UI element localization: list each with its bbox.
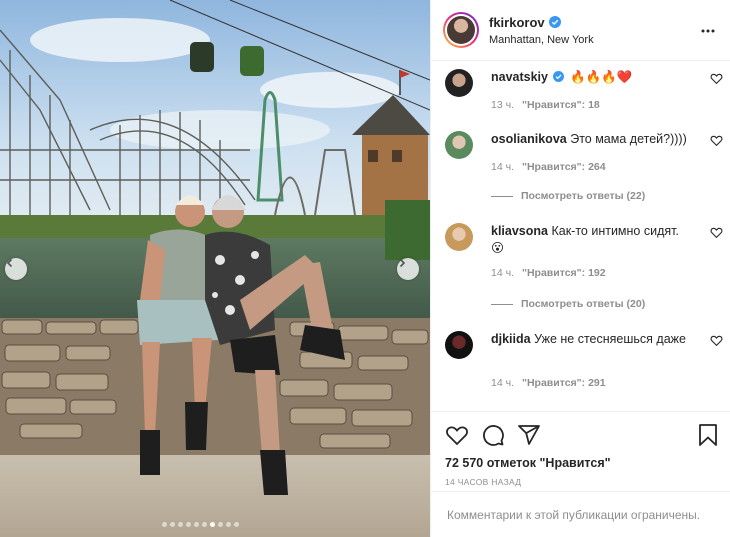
- commenter-username[interactable]: djkiida: [491, 332, 531, 346]
- commenter-avatar[interactable]: [445, 331, 473, 359]
- comment-time[interactable]: 14 ч.: [491, 267, 514, 279]
- post-actions-bar: 72 570 отметок "Нравится" 14 ЧАСОВ НАЗАД: [431, 411, 730, 491]
- like-comment-heart-icon[interactable]: [710, 226, 723, 239]
- post-timestamp[interactable]: 14 ЧАСОВ НАЗАД: [445, 477, 521, 487]
- commenter-username[interactable]: kliavsona: [491, 224, 548, 238]
- like-comment-heart-icon[interactable]: [710, 134, 723, 147]
- more-options-icon[interactable]: [700, 23, 716, 39]
- share-paper-plane-icon[interactable]: [517, 423, 541, 447]
- carousel-dot: [210, 522, 215, 527]
- carousel-indicator: [162, 522, 239, 527]
- carousel-dot: [218, 522, 223, 527]
- instagram-post-window: fkirkorov Manhattan, New York navatskiy …: [0, 0, 730, 537]
- carousel-dot: [234, 522, 239, 527]
- save-bookmark-icon[interactable]: [697, 423, 719, 447]
- comment-meta: 14 ч. "Нравится": 192: [491, 267, 606, 279]
- chevron-left-icon: [6, 258, 13, 268]
- carousel-dot: [194, 522, 199, 527]
- previous-slide-button[interactable]: [5, 258, 27, 280]
- comment-bubble-icon[interactable]: [481, 423, 505, 447]
- comment-likes[interactable]: "Нравится": 264: [522, 161, 606, 173]
- likes-count[interactable]: 72 570 отметок "Нравится": [445, 456, 611, 470]
- comment-meta: 14 ч. "Нравится": 264: [491, 161, 606, 173]
- post-header: fkirkorov Manhattan, New York: [431, 0, 730, 61]
- like-comment-heart-icon[interactable]: [710, 72, 723, 85]
- comment-time[interactable]: 14 ч.: [491, 377, 514, 389]
- commenter-username[interactable]: navatskiy: [491, 70, 548, 84]
- comment-likes[interactable]: "Нравится": 18: [522, 99, 600, 111]
- author-avatar[interactable]: [443, 12, 479, 48]
- next-slide-button[interactable]: [397, 258, 419, 280]
- comment-meta: 13 ч. "Нравится": 18: [491, 99, 600, 111]
- verified-badge-icon: [548, 16, 561, 28]
- carousel-dot: [226, 522, 231, 527]
- comment-time[interactable]: 14 ч.: [491, 161, 514, 173]
- carousel-dot: [170, 522, 175, 527]
- commenter-avatar[interactable]: [445, 223, 473, 251]
- carousel-dot: [186, 522, 191, 527]
- like-comment-heart-icon[interactable]: [710, 334, 723, 347]
- commenter-username[interactable]: osolianikova: [491, 132, 567, 146]
- commenter-avatar[interactable]: [445, 131, 473, 159]
- carousel-dot: [178, 522, 183, 527]
- comment-text: 🔥🔥🔥❤️: [569, 70, 633, 84]
- like-heart-icon[interactable]: [445, 423, 469, 447]
- post-location[interactable]: Manhattan, New York: [489, 34, 594, 46]
- comment-meta: 14 ч. "Нравится": 291: [491, 377, 606, 389]
- post-details-panel: fkirkorov Manhattan, New York navatskiy …: [430, 0, 730, 537]
- post-photo-image: [0, 0, 430, 537]
- carousel-dot: [162, 522, 167, 527]
- commenter-avatar[interactable]: [445, 69, 473, 97]
- comment-time[interactable]: 13 ч.: [491, 99, 514, 111]
- post-photo[interactable]: [0, 0, 430, 537]
- carousel-dot: [202, 522, 207, 527]
- view-replies-button[interactable]: Посмотреть ответы (20): [491, 298, 645, 310]
- view-replies-button[interactable]: Посмотреть ответы (22): [491, 190, 645, 202]
- comments-restricted-notice: Комментарии к этой публикации ограничены…: [431, 491, 730, 537]
- verified-badge-icon: [553, 71, 565, 82]
- author-username[interactable]: fkirkorov: [489, 15, 545, 30]
- comments-list: navatskiy 🔥🔥🔥❤️ 13 ч. "Нравится": 18 osol…: [431, 61, 730, 411]
- comment-likes[interactable]: "Нравится": 192: [522, 267, 606, 279]
- comment-text: Уже не стесняешься даже: [534, 332, 686, 346]
- chevron-right-icon: [399, 258, 406, 268]
- comment-text: Это мама детей?)))): [570, 132, 687, 146]
- comment-likes[interactable]: "Нравится": 291: [522, 377, 606, 389]
